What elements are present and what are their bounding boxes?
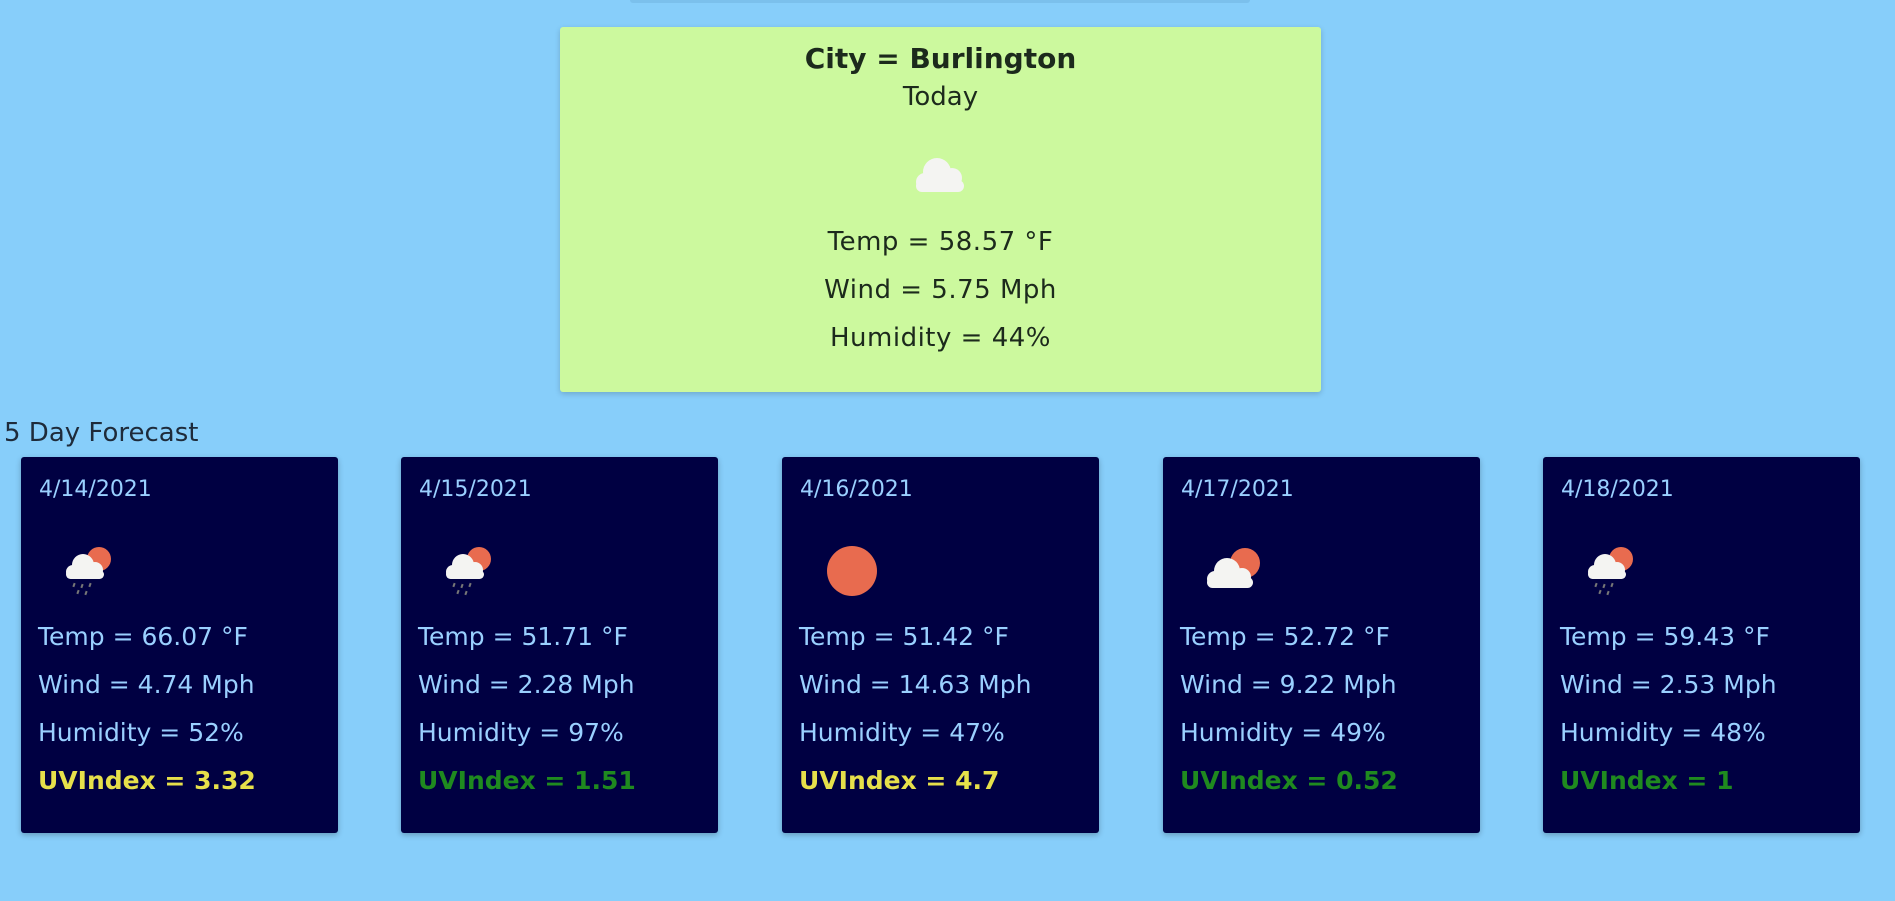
forecast-temp: Temp = 66.07 °F: [38, 622, 248, 651]
rain-sun-icon: [59, 541, 123, 597]
forecast-card: 4/14/2021 Temp = 66.07 °F Wind = 4.74 Mp…: [21, 457, 338, 833]
forecast-date: 4/14/2021: [39, 477, 152, 502]
forecast-date: 4/15/2021: [419, 477, 532, 502]
forecast-date: 4/17/2021: [1181, 477, 1294, 502]
sun-icon: [820, 541, 884, 597]
today-wind: Wind = 5.75 Mph: [824, 275, 1057, 305]
today-weather-card: City = Burlington Today Temp = 58.57 °F …: [560, 27, 1321, 392]
forecast-wind: Wind = 4.74 Mph: [38, 670, 255, 699]
city-heading: City = Burlington: [804, 42, 1077, 75]
forecast-uv-index: UVIndex = 1: [1560, 766, 1734, 795]
forecast-humidity: Humidity = 47%: [799, 718, 1005, 747]
today-temp: Temp = 58.57 °F: [827, 227, 1054, 257]
forecast-wind: Wind = 2.53 Mph: [1560, 670, 1777, 699]
forecast-uv-index: UVIndex = 0.52: [1180, 766, 1398, 795]
forecast-uv-index: UVIndex = 1.51: [418, 766, 636, 795]
forecast-humidity: Humidity = 97%: [418, 718, 624, 747]
forecast-uv-index: UVIndex = 3.32: [38, 766, 256, 795]
forecast-card: 4/18/2021 Temp = 59.43 °F Wind = 2.53 Mp…: [1543, 457, 1860, 833]
forecast-temp: Temp = 59.43 °F: [1560, 622, 1770, 651]
today-humidity: Humidity = 44%: [830, 323, 1051, 353]
forecast-title: 5 Day Forecast: [4, 418, 199, 448]
forecast-temp: Temp = 51.42 °F: [799, 622, 1009, 651]
forecast-card: 4/15/2021 Temp = 51.71 °F Wind = 2.28 Mp…: [401, 457, 718, 833]
forecast-uv-index: UVIndex = 4.7: [799, 766, 1000, 795]
forecast-temp: Temp = 52.72 °F: [1180, 622, 1390, 651]
rain-sun-icon: [1581, 541, 1645, 597]
rain-sun-icon: [439, 541, 503, 597]
today-label: Today: [902, 82, 979, 112]
forecast-humidity: Humidity = 48%: [1560, 718, 1766, 747]
forecast-wind: Wind = 14.63 Mph: [799, 670, 1032, 699]
forecast-cards: 4/14/2021 Temp = 66.07 °F Wind = 4.74 Mp…: [21, 457, 1861, 833]
cloud-icon: [905, 150, 977, 200]
forecast-humidity: Humidity = 52%: [38, 718, 244, 747]
forecast-card: 4/16/2021 Temp = 51.42 °F Wind = 14.63 M…: [782, 457, 1099, 833]
forecast-wind: Wind = 9.22 Mph: [1180, 670, 1397, 699]
forecast-temp: Temp = 51.71 °F: [418, 622, 628, 651]
cloud-sun-icon: [1201, 541, 1265, 597]
forecast-date: 4/18/2021: [1561, 477, 1674, 502]
forecast-card: 4/17/2021 Temp = 52.72 °F Wind = 9.22 Mp…: [1163, 457, 1480, 833]
top-bar-edge: [630, 0, 1250, 3]
forecast-wind: Wind = 2.28 Mph: [418, 670, 635, 699]
forecast-humidity: Humidity = 49%: [1180, 718, 1386, 747]
forecast-date: 4/16/2021: [800, 477, 913, 502]
